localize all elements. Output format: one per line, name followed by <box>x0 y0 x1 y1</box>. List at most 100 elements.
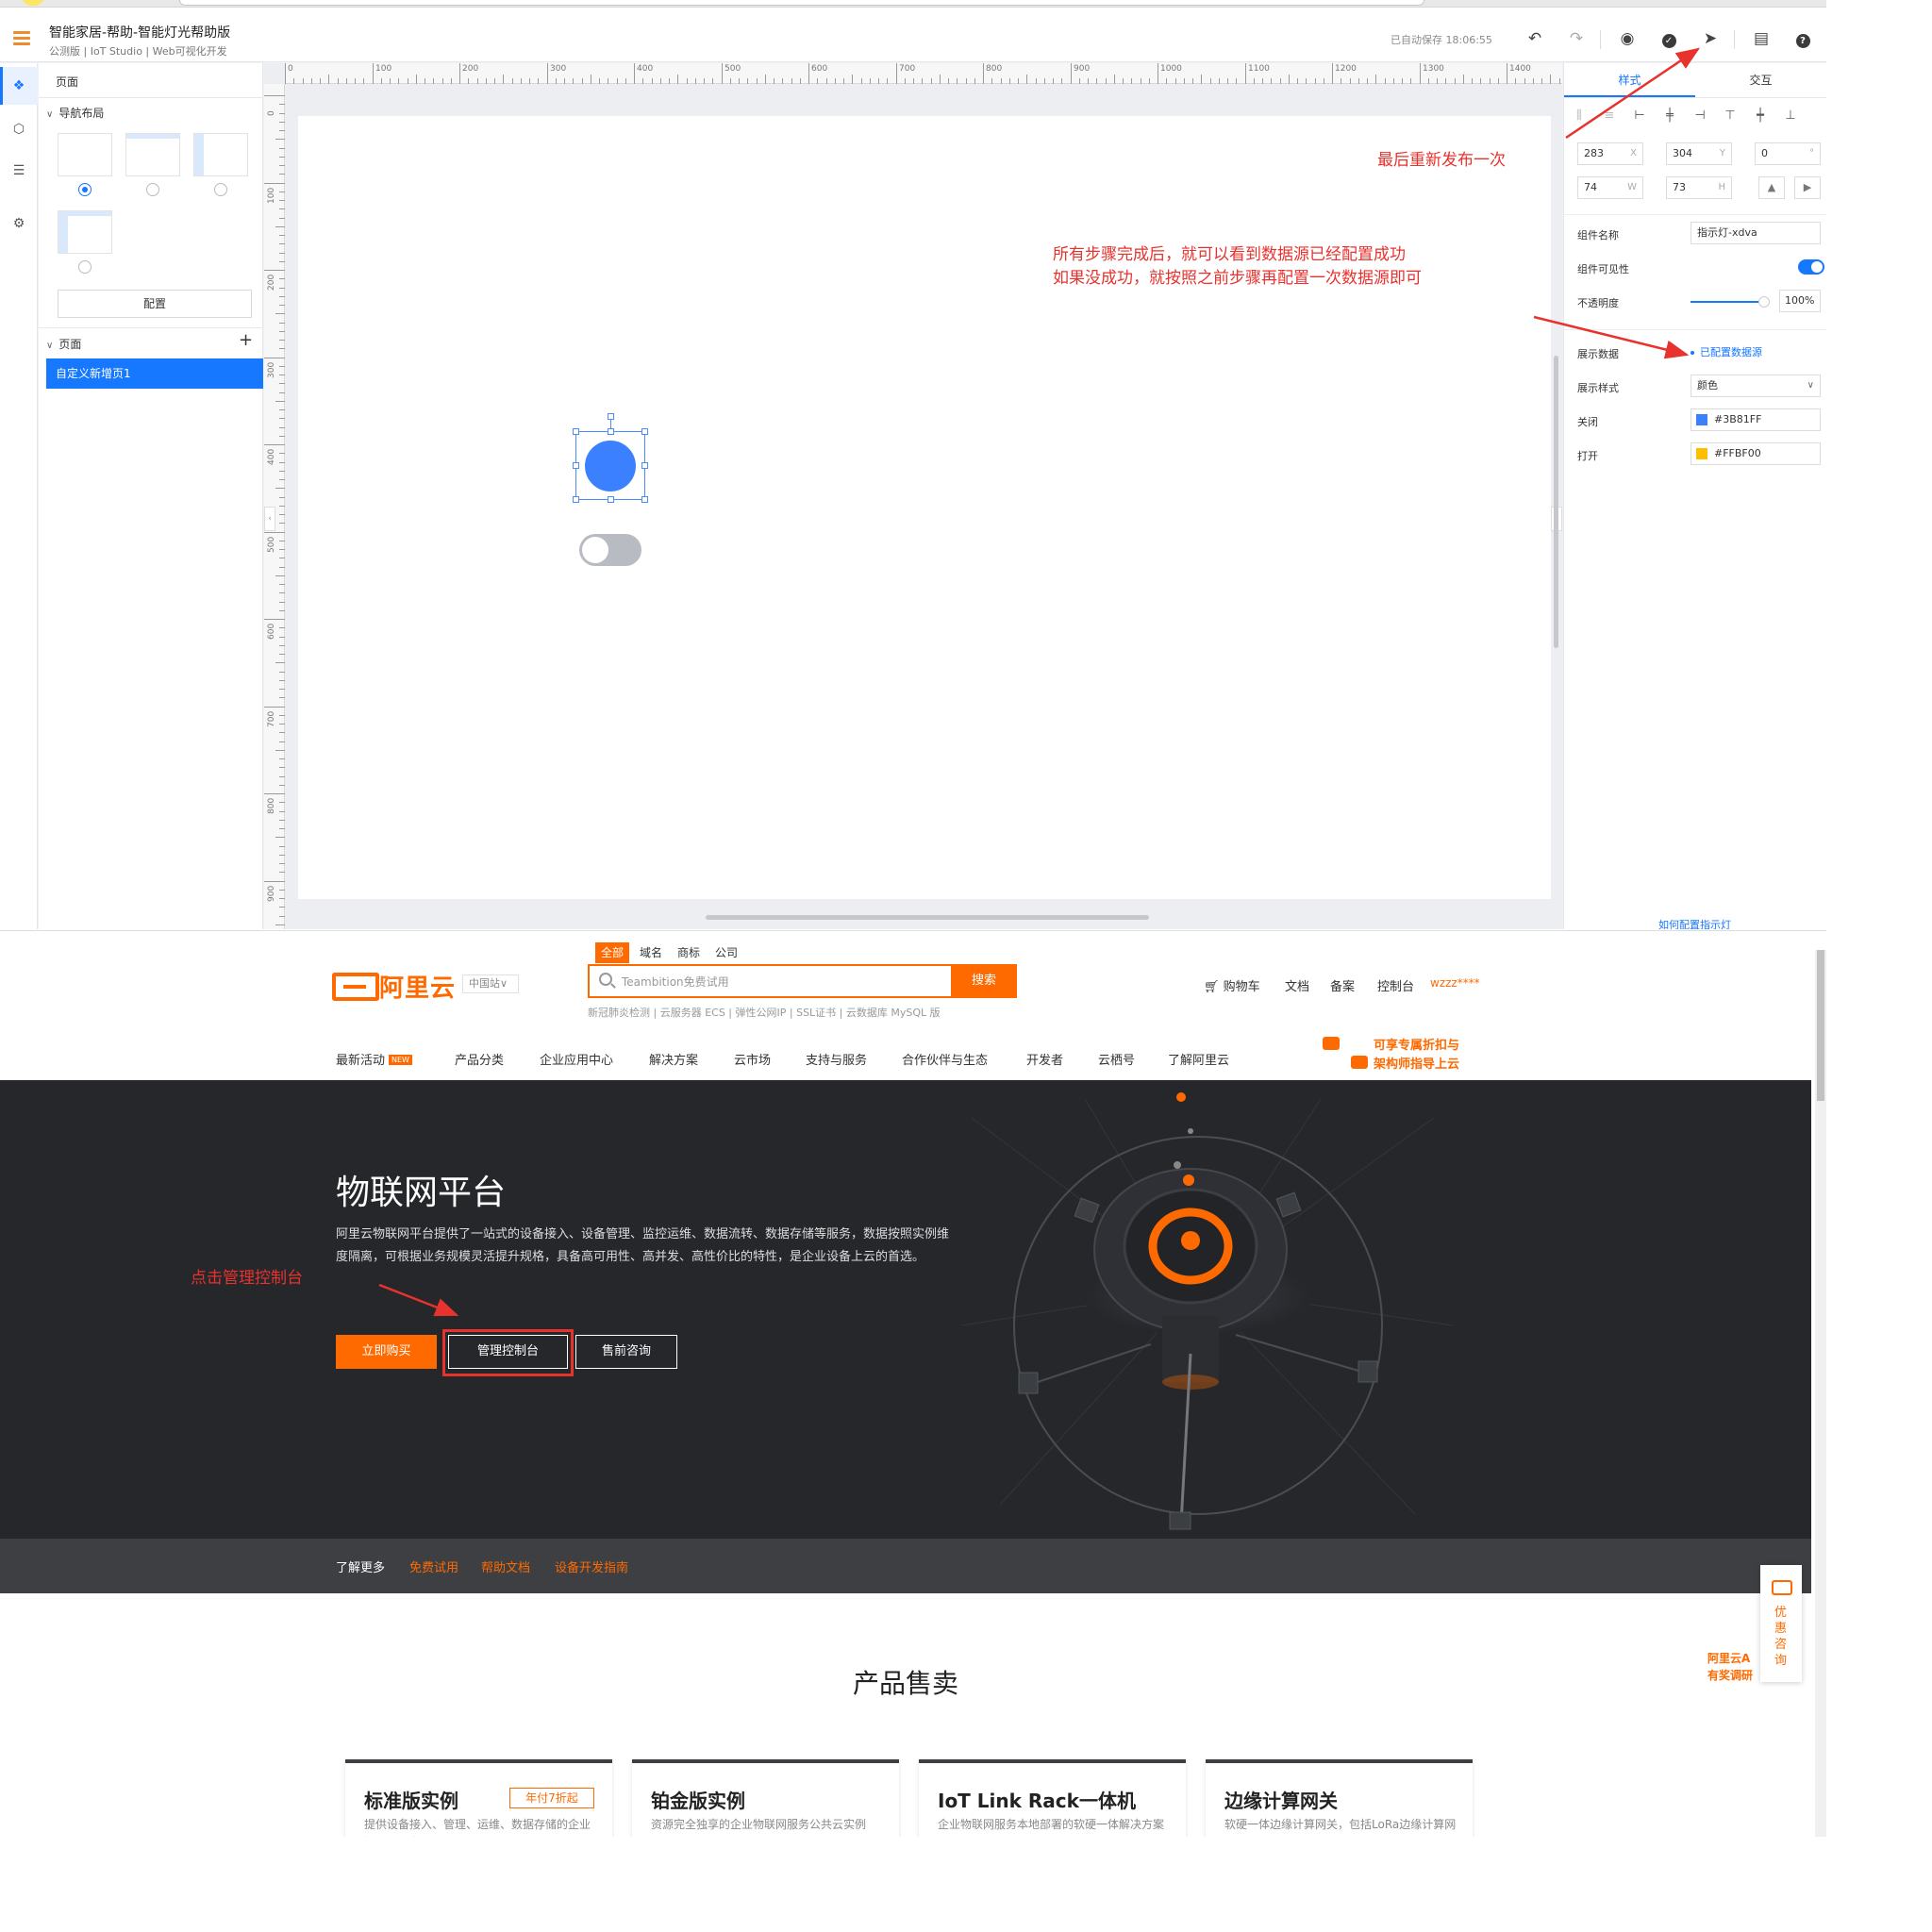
console-link[interactable]: 控制台 <box>1377 976 1414 994</box>
cart-link[interactable]: 🛒︎ 购物车 <box>1204 976 1260 994</box>
configured-datasource-link[interactable]: 已配置数据源 <box>1690 344 1762 359</box>
survey-float-tag[interactable]: 阿里云A 有奖调研 <box>1707 1650 1753 1684</box>
preview-eye-icon[interactable]: ◉ <box>1617 28 1638 49</box>
pages-section[interactable]: ∨ 页面 <box>46 336 81 352</box>
x-input[interactable]: 283 X <box>1577 142 1643 165</box>
search-tab-domain[interactable]: 域名 <box>640 942 662 963</box>
promo-consult-link[interactable]: 可享专属折扣与 架构师指导上云 <box>1374 1037 1459 1074</box>
nav-products[interactable]: 产品分类 <box>455 1050 504 1068</box>
opacity-slider-thumb[interactable] <box>1758 296 1770 308</box>
align-distribute-v-icon[interactable]: ≡ <box>1600 107 1619 125</box>
beian-link[interactable]: 备案 <box>1330 976 1355 994</box>
canvas-vertical-scrollbar[interactable] <box>1554 356 1558 648</box>
float-consult-widget[interactable]: 优惠咨询 <box>1760 1565 1802 1682</box>
page-item-custom-1[interactable]: 自定义新增页1 <box>46 358 263 389</box>
publish-send-icon[interactable]: ➤ <box>1700 28 1721 49</box>
resize-handle[interactable] <box>641 496 648 503</box>
layout-option-none[interactable] <box>58 133 112 176</box>
resize-handle[interactable] <box>641 428 648 435</box>
layout-radio-left[interactable] <box>214 183 227 196</box>
presales-consult-button[interactable]: 售前咨询 <box>575 1335 677 1369</box>
check-icon[interactable]: ✓ <box>1658 28 1679 49</box>
indicator-light[interactable] <box>585 441 636 491</box>
page-scrollbar[interactable] <box>1815 950 1826 1837</box>
product-card[interactable]: 铂金版实例 资源完全独享的企业物联网服务公共云实例 <box>632 1759 899 1837</box>
nav-partners[interactable]: 合作伙伴与生态 <box>902 1050 988 1068</box>
help-docs-link[interactable]: 帮助文档 <box>481 1557 530 1575</box>
help-link[interactable]: 如何配置指示灯 <box>1658 917 1731 929</box>
tab-interaction[interactable]: 交互 <box>1695 63 1826 97</box>
resize-handle[interactable] <box>573 428 579 435</box>
align-middle-v-icon[interactable]: ┿ <box>1751 107 1770 125</box>
artboard[interactable] <box>298 116 1551 899</box>
rotation-input[interactable]: 0 ° <box>1755 142 1821 165</box>
layers-icon[interactable]: ❖ <box>9 76 28 95</box>
nav-support[interactable]: 支持与服务 <box>806 1050 867 1068</box>
layout-radio-top[interactable] <box>146 183 159 196</box>
align-top-icon[interactable]: ⊤ <box>1721 107 1740 125</box>
switch-component[interactable] <box>579 534 641 566</box>
flip-vertical-icon[interactable]: ▲ <box>1758 176 1785 199</box>
height-input[interactable]: 73 H <box>1666 176 1732 199</box>
opacity-slider-track[interactable] <box>1690 301 1764 303</box>
logo-text[interactable]: 阿里云 <box>379 969 456 1004</box>
y-input[interactable]: 304 Y <box>1666 142 1732 165</box>
nav-about[interactable]: 了解阿里云 <box>1168 1050 1229 1068</box>
width-input[interactable]: 74 W <box>1577 176 1643 199</box>
help-icon[interactable]: ? <box>1792 28 1813 49</box>
site-select[interactable]: 中国站∨ <box>462 974 519 993</box>
nav-yunqi[interactable]: 云栖号 <box>1098 1050 1135 1068</box>
tab-style[interactable]: 样式 <box>1564 63 1695 97</box>
data-stack-icon[interactable]: ☰ <box>9 161 28 180</box>
redo-icon[interactable]: ↷ <box>1566 28 1587 49</box>
off-color-swatch[interactable] <box>1696 414 1707 425</box>
canvas-horizontal-scrollbar[interactable] <box>706 915 1149 920</box>
settings-gear-icon[interactable]: ⚙ <box>9 214 28 233</box>
hot-search-words[interactable]: 新冠肺炎检测 | 云服务器 ECS | 弹性公网IP | SSL证书 | 云数据… <box>588 1005 941 1020</box>
search-input[interactable]: Teambition免费试用 <box>588 964 953 998</box>
align-right-icon[interactable]: ⊣ <box>1690 107 1709 125</box>
align-left-icon[interactable]: ⊢ <box>1630 107 1649 125</box>
flip-horizontal-icon[interactable]: ▶ <box>1794 176 1821 199</box>
resize-handle[interactable] <box>608 496 614 503</box>
nav-layout-section[interactable]: ∨ 导航布局 <box>46 105 104 121</box>
align-distribute-h-icon[interactable]: ⫼ <box>1570 107 1589 125</box>
on-color-input[interactable]: #FFBF00 <box>1690 442 1821 465</box>
user-account[interactable]: wzzz**** <box>1430 976 1480 990</box>
layout-radio-none[interactable] <box>78 183 92 196</box>
browser-address-bar[interactable] <box>179 0 1424 6</box>
search-button[interactable]: 搜索 <box>951 964 1017 998</box>
nav-solutions[interactable]: 解决方案 <box>649 1050 698 1068</box>
rotate-handle[interactable] <box>608 413 614 420</box>
resize-handle[interactable] <box>573 462 579 469</box>
layout-config-button[interactable]: 配置 <box>58 290 252 318</box>
align-bottom-icon[interactable]: ⊥ <box>1781 107 1800 125</box>
on-color-swatch[interactable] <box>1696 448 1707 459</box>
nav-developers[interactable]: 开发者 <box>1026 1050 1063 1068</box>
collapse-left-icon[interactable]: ‹ <box>264 507 275 531</box>
device-dev-guide-link[interactable]: 设备开发指南 <box>555 1557 628 1575</box>
indicator-light-selection[interactable] <box>573 413 648 503</box>
free-trial-link[interactable]: 免费试用 <box>409 1557 458 1575</box>
search-tab-all[interactable]: 全部 <box>595 942 630 963</box>
layout-option-top[interactable] <box>125 133 180 176</box>
search-tab-company[interactable]: 公司 <box>715 942 738 963</box>
product-card[interactable]: 边缘计算网关 软硬一体边缘计算网关，包括LoRa边缘计算网关 <box>1206 1759 1473 1837</box>
hamburger-menu-icon[interactable] <box>13 31 30 45</box>
resize-handle[interactable] <box>608 428 614 435</box>
display-style-select[interactable]: 颜色 ∨ <box>1690 375 1821 397</box>
layout-option-left[interactable] <box>193 133 248 176</box>
layout-radio-top-left[interactable] <box>78 260 92 274</box>
search-tab-trademark[interactable]: 商标 <box>677 942 700 963</box>
buy-now-button[interactable]: 立即购买 <box>336 1335 437 1369</box>
visibility-toggle[interactable] <box>1798 259 1824 275</box>
align-center-h-icon[interactable]: ╪ <box>1660 107 1679 125</box>
add-page-icon[interactable]: + <box>239 332 253 349</box>
component-name-input[interactable]: 指示灯-xdva <box>1690 222 1821 244</box>
layout-option-top-left[interactable] <box>58 210 112 254</box>
resize-handle[interactable] <box>573 496 579 503</box>
nav-enterprise-apps[interactable]: 企业应用中心 <box>540 1050 613 1068</box>
off-color-input[interactable]: #3B81FF <box>1690 408 1821 431</box>
nav-latest-activities[interactable]: 最新活动 NEW <box>336 1050 412 1068</box>
product-card[interactable]: 标准版实例 年付7折起 提供设备接入、管理、运维、数据存储的企业物联网服务 <box>345 1759 612 1837</box>
